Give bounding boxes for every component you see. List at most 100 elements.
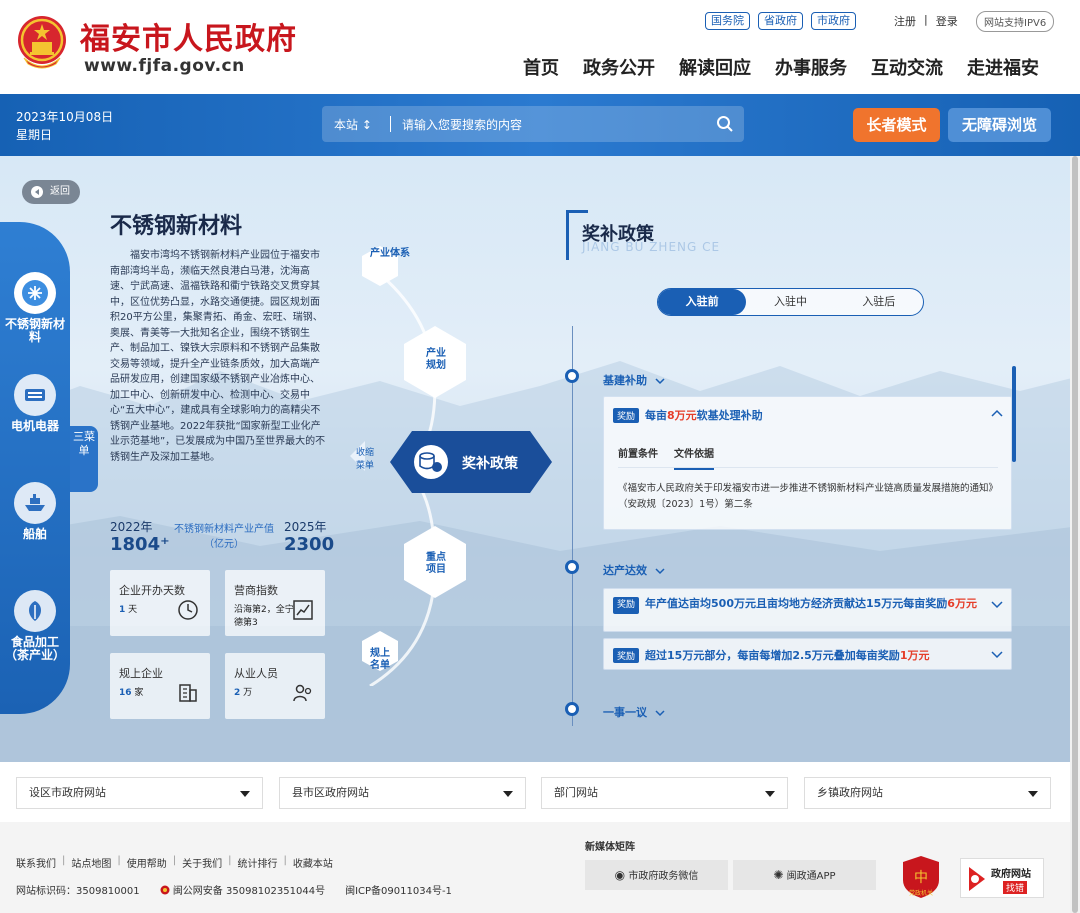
- toolbar: 2023年10月08日 星期日 本站 ↕ 请输入您要搜索的内容 长者模式 无障碍…: [0, 94, 1080, 156]
- reward-badge: 奖励: [613, 597, 640, 614]
- caret-down-icon: [240, 791, 250, 797]
- party-gov-badge-icon[interactable]: 中 党政机关: [899, 854, 943, 900]
- footer-ids: 网站标识码：3509810001 闽公网安备 35098102351044号 闽…: [16, 882, 452, 897]
- footer-link-favorite[interactable]: 收藏本站: [293, 855, 333, 870]
- gov-link-state-council[interactable]: 国务院: [705, 12, 750, 30]
- group-production[interactable]: 达产达效: [603, 562, 665, 578]
- industry-main: 返回 不锈钢新材料 电机电器 船舶 食品加工（茶产业） 三菜单 不锈钢新材料 福…: [0, 156, 1080, 762]
- policy-text-post: 软基处理补助: [696, 409, 763, 422]
- nav-interpretation[interactable]: 解读回应: [679, 54, 751, 80]
- chain-item-subsidy[interactable]: 奖补政策: [462, 453, 518, 473]
- sidebar-item-motor[interactable]: 电机电器: [0, 374, 70, 433]
- industry-intro: 福安市湾坞不锈钢新材料产业园位于福安市南部湾坞半岛，濒临天然良港白马港，沈海高速…: [110, 250, 326, 463]
- mzt-app-label: 闽政通APP: [786, 871, 836, 882]
- login-link[interactable]: 登录: [936, 13, 958, 29]
- card-employees: 从业人员 2 万: [225, 653, 325, 719]
- chain-item-list[interactable]: 规上名单: [370, 648, 390, 672]
- mzt-app-icon: ✺: [773, 868, 784, 882]
- footer-link-help[interactable]: 使用帮助: [127, 855, 167, 870]
- card-business-index: 营商指数 沿海第2，全宁德第3: [225, 570, 325, 636]
- tab-after-entry[interactable]: 入驻后: [835, 289, 923, 315]
- select-city-sites[interactable]: 设区市政府网站: [16, 777, 263, 809]
- sidebar-item-ship[interactable]: 船舶: [0, 482, 70, 541]
- sidebar-label-ship: 船舶: [22, 527, 47, 541]
- policy-text-pre: 年产值达亩均500万元且亩均地方经济贡献达15万元每亩奖励: [645, 597, 948, 610]
- media-matrix-title: 新媒体矩阵: [585, 842, 635, 853]
- group-case-by-case[interactable]: 一事一议: [603, 704, 665, 718]
- nav-gov-affairs[interactable]: 政务公开: [583, 54, 655, 80]
- policy-item-output-reward[interactable]: 奖励 年产值达亩均500万元且亩均地方经济贡献达15万元每亩奖励6万元: [603, 588, 1012, 632]
- search-icon[interactable]: [716, 115, 734, 133]
- gov-site-error-report[interactable]: 政府网站 找错: [960, 858, 1044, 898]
- footer-link-sitemap[interactable]: 站点地图: [71, 855, 111, 870]
- nav-interaction[interactable]: 互动交流: [871, 54, 943, 80]
- nav-home[interactable]: 首页: [523, 54, 559, 80]
- police-record[interactable]: 闽公网安备 35098102351044号: [160, 882, 325, 897]
- footer-link-contact[interactable]: 联系我们: [16, 855, 56, 870]
- chevron-down-icon[interactable]: [991, 601, 1003, 609]
- collapse-menu-button[interactable]: 收缩菜单: [356, 447, 380, 473]
- nav-services[interactable]: 办事服务: [775, 54, 847, 80]
- card-unit-startup-days: 天: [128, 605, 138, 615]
- gov-link-city[interactable]: 市政府: [811, 12, 856, 30]
- site-header: 福安市人民政府 www.fjfa.gov.cn 国务院 省政府 市政府 注册 |…: [0, 0, 1080, 94]
- register-link[interactable]: 注册: [894, 13, 916, 29]
- mzt-app-button[interactable]: ✺ 闽政通APP: [733, 860, 876, 890]
- nav-about-fuan[interactable]: 走进福安: [967, 54, 1039, 80]
- sidebar-item-steel[interactable]: 不锈钢新材料: [0, 272, 70, 344]
- card-number-employees: 2: [234, 688, 241, 698]
- chain-item-plan[interactable]: 产业规划: [424, 348, 448, 372]
- ipv6-badge: 网站支持IPV6: [976, 11, 1055, 32]
- date-text: 2023年10月08日: [16, 110, 114, 124]
- reward-badge: 奖励: [613, 408, 640, 423]
- chain-item-projects[interactable]: 重点项目: [424, 552, 448, 576]
- card-value-large-enterprises: 16 家: [119, 687, 143, 700]
- caret-down-icon: [765, 791, 775, 797]
- policy-item-soft-foundation[interactable]: 奖励 每亩8万元软基处理补助 前置条件 文件依据 《福安市人民政府关于印发福安市进…: [603, 396, 1012, 530]
- policy-highlight: 8万元: [667, 409, 697, 422]
- select-department-sites[interactable]: 部门网站: [541, 777, 788, 809]
- select-county-sites[interactable]: 县市区政府网站: [279, 777, 526, 809]
- page-scrollbar-thumb[interactable]: [1072, 156, 1078, 913]
- menu-toggle-tab[interactable]: 三菜单: [70, 426, 98, 492]
- policy-item-extra-reward[interactable]: 奖励 超过15万元部分，每亩每增加2.5万元叠加每亩奖励1万元: [603, 638, 1012, 670]
- auth-divider: |: [924, 13, 928, 26]
- search-scope-select[interactable]: 本站 ↕: [334, 116, 372, 133]
- tab-during-entry[interactable]: 入驻中: [746, 289, 834, 315]
- chevron-down-icon[interactable]: [991, 651, 1003, 659]
- sidebar-item-food[interactable]: 食品加工（茶产业）: [0, 590, 70, 662]
- card-large-enterprises: 规上企业 16 家: [110, 653, 210, 719]
- select-label: 县市区政府网站: [292, 786, 369, 799]
- wechat-button[interactable]: ◉ 市政府政务微信: [585, 860, 728, 890]
- weekday-text: 星期日: [16, 128, 53, 142]
- stat-value-2025: 2300: [284, 534, 335, 555]
- timeline-dot: [565, 702, 579, 716]
- steel-icon: [14, 272, 56, 314]
- policy-list[interactable]: 基建补助 奖励 每亩8万元软基处理补助 前置条件 文件依据 《福安市人民政府关于印…: [598, 326, 1016, 718]
- group-infrastructure[interactable]: 基建补助: [603, 372, 665, 388]
- back-button[interactable]: 返回: [22, 180, 80, 204]
- gov-link-province[interactable]: 省政府: [758, 12, 803, 30]
- stat-caption: 不锈钢新材料产业产值（亿元）: [174, 524, 274, 550]
- site-title[interactable]: 福安市人民政府: [80, 14, 297, 58]
- group-label-infrastructure: 基建补助: [603, 374, 647, 387]
- policy-scrollbar[interactable]: [1012, 366, 1016, 462]
- footer-link-ranking[interactable]: 统计排行: [238, 855, 278, 870]
- page-scrollbar[interactable]: [1070, 156, 1080, 913]
- elder-mode-button[interactable]: 长者模式: [853, 108, 940, 142]
- search-box[interactable]: 本站 ↕ 请输入您要搜索的内容: [322, 106, 744, 142]
- search-input[interactable]: 请输入您要搜索的内容: [402, 116, 522, 133]
- select-label: 部门网站: [554, 786, 598, 799]
- motor-icon: [14, 374, 56, 416]
- icp-record[interactable]: 闽ICP备09011034号-1: [345, 882, 452, 897]
- error-report-icon: [969, 867, 985, 891]
- tab-before-entry[interactable]: 入驻前: [658, 289, 747, 315]
- chevron-up-icon[interactable]: [991, 409, 1003, 417]
- chain-item-system[interactable]: 产业体系: [370, 248, 410, 260]
- chevron-down-icon: [655, 709, 665, 716]
- select-township-sites[interactable]: 乡镇政府网站: [804, 777, 1051, 809]
- policy-item-text: 奖励 超过15万元部分，每亩每增加2.5万元叠加每亩奖励1万元: [613, 647, 929, 663]
- card-label-business-index: 营商指数: [234, 584, 278, 597]
- footer-link-about[interactable]: 关于我们: [182, 855, 222, 870]
- accessible-browse-button[interactable]: 无障碍浏览: [948, 108, 1051, 142]
